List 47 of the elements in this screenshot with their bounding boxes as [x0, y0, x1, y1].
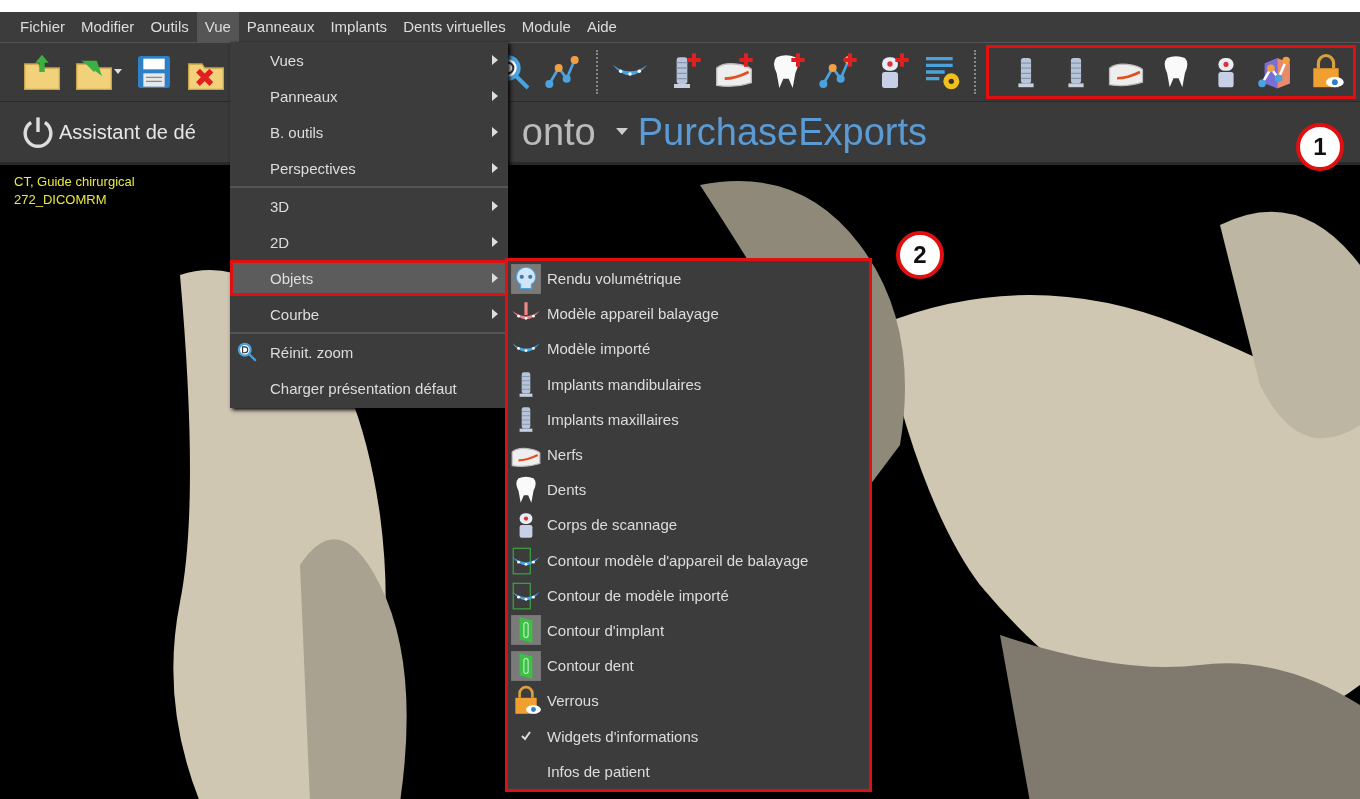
menu-item[interactable]: B. outils	[230, 114, 508, 150]
menu-item[interactable]: Implants mandibulaires	[508, 366, 869, 402]
outline-icon	[510, 649, 542, 682]
menu-item[interactable]: Charger présentation défaut	[230, 370, 508, 406]
menu-item[interactable]: Corps de scannage	[508, 507, 869, 543]
logo-text: PurchaseExports	[637, 110, 928, 154]
outline-icon	[510, 614, 542, 647]
assistant-button[interactable]: Assistant de dé	[20, 114, 196, 150]
menu-item[interactable]: 2D	[230, 224, 508, 260]
overlay-info-text: 272_DICOMRM	[14, 191, 108, 209]
module-selector[interactable]: onto	[521, 110, 596, 154]
folder-up-icon[interactable]	[22, 52, 62, 92]
caret-icon[interactable]	[114, 69, 122, 75]
menu-item[interactable]: Outils	[142, 12, 197, 42]
menu-item[interactable]: Perspectives	[230, 150, 508, 186]
menu-item[interactable]: Contour dent	[508, 648, 869, 684]
menu-item[interactable]: Infos de patient	[508, 753, 869, 789]
menu-item[interactable]: Modèle appareil balayage	[508, 296, 869, 332]
menu-item[interactable]: Vues	[230, 42, 508, 78]
menu-item[interactable]: Modèle importé	[508, 331, 869, 367]
menu-item[interactable]: Implants	[322, 12, 396, 42]
menu-item[interactable]: Rendu volumétrique	[508, 261, 869, 297]
menu-item[interactable]: Modifier	[73, 12, 143, 42]
menu-item[interactable]: Dents virtuelles	[395, 12, 514, 42]
menu-item[interactable]: Contour d'implant	[508, 612, 869, 649]
menu-item[interactable]: Objets	[230, 260, 508, 296]
menu-item[interactable]: Verrous	[508, 683, 869, 719]
overlay-info-text: CT, Guide chirurgical	[14, 173, 135, 191]
menu-item[interactable]: Widgets d'informations	[508, 718, 869, 754]
menu-item[interactable]: Dents	[508, 472, 869, 508]
menu-item[interactable]: Nerfs	[508, 436, 869, 473]
menu-item[interactable]: Implants maxillaires	[508, 401, 869, 437]
skull-icon	[510, 262, 542, 295]
menu-item[interactable]: Fichier	[12, 12, 73, 42]
menu-item[interactable]: Aide	[578, 12, 625, 42]
menu-item[interactable]: Réinit. zoom	[230, 334, 508, 370]
zoom-icon	[236, 341, 258, 363]
menu-item[interactable]: Contour de modèle importé	[508, 577, 869, 613]
power-icon	[20, 114, 56, 150]
menu-item[interactable]: 3D	[230, 188, 508, 224]
menu-item[interactable]: Panneaux	[238, 12, 323, 42]
menu-item[interactable]: Contour modèle d'appareil de balayage	[508, 542, 869, 578]
menu-item[interactable]: Courbe	[230, 296, 508, 332]
menu-item[interactable]: Panneaux	[230, 78, 508, 114]
menu-item[interactable]: Module	[513, 12, 579, 42]
menu-item[interactable]: Vue	[196, 12, 239, 42]
caret-icon[interactable]	[615, 128, 628, 136]
